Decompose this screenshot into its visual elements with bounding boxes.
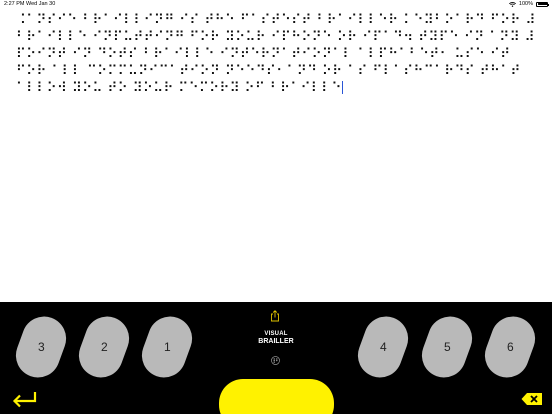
- dot-key-label: 5: [443, 340, 451, 354]
- dot-key-2[interactable]: 2: [72, 310, 136, 384]
- dot-key-4[interactable]: 4: [351, 310, 415, 384]
- braille-keyboard: 3 2 1 VISUAL BRAILLER 4 5 6: [0, 302, 552, 414]
- status-bar: 2:27 PM Wed Jan 30 100%: [0, 0, 552, 9]
- logo-line-1: VISUAL: [264, 331, 288, 337]
- dot-key-6[interactable]: 6: [478, 310, 542, 384]
- dot-key-label: 3: [37, 340, 45, 354]
- braille-cell-icon[interactable]: [271, 352, 280, 365]
- dot-key-label: 4: [379, 340, 387, 354]
- text-line: ⠨⠁⠝⠎⠊⠑ ⠃⠗⠁⠊⠇⠇⠊⠝⠛ ⠊⠎ ⠞⠓⠑ ⠋⠁⠎⠞⠑⠎⠞ ⠃⠗⠁⠊⠇⠇⠑⠗…: [16, 13, 536, 28]
- logo-line-2: BRAILLER: [258, 338, 294, 345]
- battery-fill: [537, 3, 548, 5]
- battery-icon: [536, 1, 549, 7]
- share-icon[interactable]: [270, 309, 280, 322]
- delete-backspace-icon[interactable]: [521, 392, 543, 406]
- text-line: ⠏⠕⠊⠝⠞ ⠊⠝ ⠙⠕⠞⠎ ⠃⠗⠁⠊⠇⠇⠑ ⠊⠝⠞⠑⠗⠝⠁⠞⠊⠕⠝⠁⠇ ⠁⠇⠏⠓…: [16, 47, 511, 62]
- dot-key-5[interactable]: 5: [415, 310, 479, 384]
- text-line-last: ⠁⠇⠇⠕⠺ ⠽⠕⠥ ⠞⠕ ⠽⠕⠥⠗ ⠍⠑⠍⠕⠗⠽ ⠕⠋ ⠃⠗⠁⠊⠇⠇⠑: [16, 80, 540, 97]
- space-key[interactable]: [219, 379, 334, 414]
- wifi-icon: [508, 1, 516, 7]
- app-logo: VISUAL BRAILLER: [246, 331, 306, 345]
- text-line-content: ⠁⠇⠇⠕⠺ ⠽⠕⠥ ⠞⠕ ⠽⠕⠥⠗ ⠍⠑⠍⠕⠗⠽ ⠕⠋ ⠃⠗⠁⠊⠇⠇⠑: [16, 81, 342, 96]
- status-date: Wed Jan 30: [26, 1, 56, 7]
- status-time: 2:27 PM: [4, 1, 25, 7]
- dot-key-label: 2: [100, 340, 108, 354]
- battery-percent: 100%: [518, 1, 533, 7]
- return-arrow-icon[interactable]: [10, 390, 38, 408]
- text-cursor: [341, 81, 343, 94]
- dot-key-label: 1: [163, 340, 171, 354]
- text-line: ⠃⠗⠁⠊⠇⠇⠑ ⠊⠝⠏⠥⠞⠞⠊⠝⠛ ⠋⠕⠗ ⠽⠕⠥⠗ ⠊⠏⠓⠕⠝⠑ ⠕⠗ ⠊⠏⠁…: [16, 30, 535, 45]
- braille-text-area[interactable]: ⠨⠁⠝⠎⠊⠑ ⠃⠗⠁⠊⠇⠇⠊⠝⠛ ⠊⠎ ⠞⠓⠑ ⠋⠁⠎⠞⠑⠎⠞ ⠃⠗⠁⠊⠇⠇⠑⠗…: [16, 12, 540, 297]
- status-right: 100%: [508, 1, 549, 7]
- dot-key-label: 6: [506, 340, 514, 354]
- dot-key-3[interactable]: 3: [9, 310, 73, 384]
- dot-key-1[interactable]: 1: [135, 310, 199, 384]
- text-line: ⠋⠕⠗ ⠁⠇⠇ ⠉⠕⠍⠍⠥⠝⠊⠉⠁⠞⠊⠕⠝ ⠝⠑⠑⠙⠎⠂⠁⠝⠙ ⠕⠗ ⠁⠎ ⠋⠇…: [16, 64, 521, 79]
